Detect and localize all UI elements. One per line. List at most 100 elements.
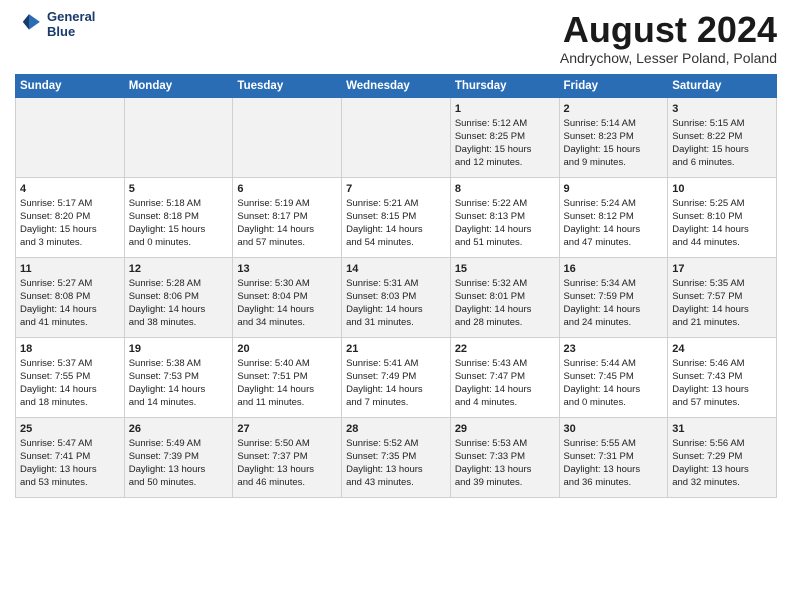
day-cell <box>233 97 342 177</box>
week-row-5: 25Sunrise: 5:47 AMSunset: 7:41 PMDayligh… <box>16 417 777 497</box>
day-info: Daylight: 14 hours <box>564 224 664 237</box>
day-info: Sunset: 7:55 PM <box>20 371 120 384</box>
day-number: 25 <box>20 422 120 437</box>
day-info: Sunrise: 5:35 AM <box>672 278 772 291</box>
day-info: Sunset: 8:15 PM <box>346 211 446 224</box>
day-info: Daylight: 15 hours <box>564 144 664 157</box>
header-cell-friday: Friday <box>559 74 668 97</box>
day-info: Sunset: 8:25 PM <box>455 131 555 144</box>
day-info: Sunset: 7:57 PM <box>672 291 772 304</box>
day-cell: 12Sunrise: 5:28 AMSunset: 8:06 PMDayligh… <box>124 257 233 337</box>
day-cell: 13Sunrise: 5:30 AMSunset: 8:04 PMDayligh… <box>233 257 342 337</box>
day-number: 10 <box>672 182 772 197</box>
day-info: Sunset: 7:45 PM <box>564 371 664 384</box>
header-cell-wednesday: Wednesday <box>342 74 451 97</box>
calendar-table: SundayMondayTuesdayWednesdayThursdayFrid… <box>15 74 777 498</box>
day-info: Sunrise: 5:49 AM <box>129 438 229 451</box>
day-info: and 14 minutes. <box>129 397 229 410</box>
day-info: Sunset: 8:17 PM <box>237 211 337 224</box>
day-info: Daylight: 14 hours <box>237 224 337 237</box>
day-number: 19 <box>129 342 229 357</box>
day-info: Sunrise: 5:31 AM <box>346 278 446 291</box>
day-info: Daylight: 14 hours <box>237 304 337 317</box>
day-number: 5 <box>129 182 229 197</box>
day-info: Daylight: 13 hours <box>346 464 446 477</box>
day-info: and 41 minutes. <box>20 317 120 330</box>
day-info: Sunrise: 5:40 AM <box>237 358 337 371</box>
day-info: Sunrise: 5:17 AM <box>20 198 120 211</box>
day-info: Sunrise: 5:56 AM <box>672 438 772 451</box>
day-info: Daylight: 14 hours <box>455 304 555 317</box>
day-cell: 8Sunrise: 5:22 AMSunset: 8:13 PMDaylight… <box>450 177 559 257</box>
day-info: Daylight: 15 hours <box>672 144 772 157</box>
day-info: Sunset: 7:59 PM <box>564 291 664 304</box>
day-info: and 50 minutes. <box>129 477 229 490</box>
day-info: Sunset: 8:03 PM <box>346 291 446 304</box>
day-info: Sunset: 8:12 PM <box>564 211 664 224</box>
day-info: Sunset: 8:22 PM <box>672 131 772 144</box>
day-cell: 9Sunrise: 5:24 AMSunset: 8:12 PMDaylight… <box>559 177 668 257</box>
day-info: and 7 minutes. <box>346 397 446 410</box>
day-cell: 20Sunrise: 5:40 AMSunset: 7:51 PMDayligh… <box>233 337 342 417</box>
day-info: Daylight: 13 hours <box>20 464 120 477</box>
day-info: Daylight: 13 hours <box>672 464 772 477</box>
day-info: Sunrise: 5:24 AM <box>564 198 664 211</box>
day-cell: 2Sunrise: 5:14 AMSunset: 8:23 PMDaylight… <box>559 97 668 177</box>
day-info: Daylight: 14 hours <box>564 384 664 397</box>
day-info: Daylight: 14 hours <box>455 224 555 237</box>
day-info: and 3 minutes. <box>20 237 120 250</box>
location-subtitle: Andrychow, Lesser Poland, Poland <box>560 50 777 66</box>
header-cell-monday: Monday <box>124 74 233 97</box>
day-cell: 5Sunrise: 5:18 AMSunset: 8:18 PMDaylight… <box>124 177 233 257</box>
day-number: 6 <box>237 182 337 197</box>
day-info: Sunset: 8:18 PM <box>129 211 229 224</box>
day-info: Daylight: 15 hours <box>129 224 229 237</box>
day-cell: 23Sunrise: 5:44 AMSunset: 7:45 PMDayligh… <box>559 337 668 417</box>
day-number: 11 <box>20 262 120 277</box>
day-number: 14 <box>346 262 446 277</box>
day-info: and 12 minutes. <box>455 157 555 170</box>
calendar-header: SundayMondayTuesdayWednesdayThursdayFrid… <box>16 74 777 97</box>
day-info: Sunset: 7:39 PM <box>129 451 229 464</box>
day-info: Daylight: 14 hours <box>20 304 120 317</box>
day-info: and 47 minutes. <box>564 237 664 250</box>
day-info: and 0 minutes. <box>564 397 664 410</box>
day-number: 28 <box>346 422 446 437</box>
day-info: and 4 minutes. <box>455 397 555 410</box>
day-info: and 32 minutes. <box>672 477 772 490</box>
day-info: Sunrise: 5:43 AM <box>455 358 555 371</box>
day-info: Sunrise: 5:55 AM <box>564 438 664 451</box>
day-info: and 44 minutes. <box>672 237 772 250</box>
day-cell <box>16 97 125 177</box>
day-info: Daylight: 13 hours <box>564 464 664 477</box>
day-info: Sunset: 8:01 PM <box>455 291 555 304</box>
day-number: 22 <box>455 342 555 357</box>
day-info: Sunrise: 5:44 AM <box>564 358 664 371</box>
day-info: Daylight: 14 hours <box>237 384 337 397</box>
day-number: 29 <box>455 422 555 437</box>
day-cell: 29Sunrise: 5:53 AMSunset: 7:33 PMDayligh… <box>450 417 559 497</box>
day-cell: 19Sunrise: 5:38 AMSunset: 7:53 PMDayligh… <box>124 337 233 417</box>
day-info: Sunset: 7:47 PM <box>455 371 555 384</box>
day-info: Sunset: 8:20 PM <box>20 211 120 224</box>
day-info: Daylight: 14 hours <box>672 224 772 237</box>
day-info: Daylight: 13 hours <box>129 464 229 477</box>
day-info: Sunrise: 5:37 AM <box>20 358 120 371</box>
day-info: and 51 minutes. <box>455 237 555 250</box>
day-info: and 11 minutes. <box>237 397 337 410</box>
day-info: Daylight: 14 hours <box>346 384 446 397</box>
day-info: Sunrise: 5:28 AM <box>129 278 229 291</box>
day-cell: 11Sunrise: 5:27 AMSunset: 8:08 PMDayligh… <box>16 257 125 337</box>
day-info: Sunset: 7:49 PM <box>346 371 446 384</box>
header-cell-sunday: Sunday <box>16 74 125 97</box>
day-info: and 57 minutes. <box>237 237 337 250</box>
day-info: Sunrise: 5:19 AM <box>237 198 337 211</box>
day-number: 7 <box>346 182 446 197</box>
day-info: Sunset: 8:10 PM <box>672 211 772 224</box>
day-info: Sunset: 8:04 PM <box>237 291 337 304</box>
day-info: Sunrise: 5:15 AM <box>672 118 772 131</box>
day-info: and 6 minutes. <box>672 157 772 170</box>
page-header: General Blue August 2024 Andrychow, Less… <box>15 10 777 66</box>
day-info: Sunset: 7:33 PM <box>455 451 555 464</box>
day-cell: 4Sunrise: 5:17 AMSunset: 8:20 PMDaylight… <box>16 177 125 257</box>
